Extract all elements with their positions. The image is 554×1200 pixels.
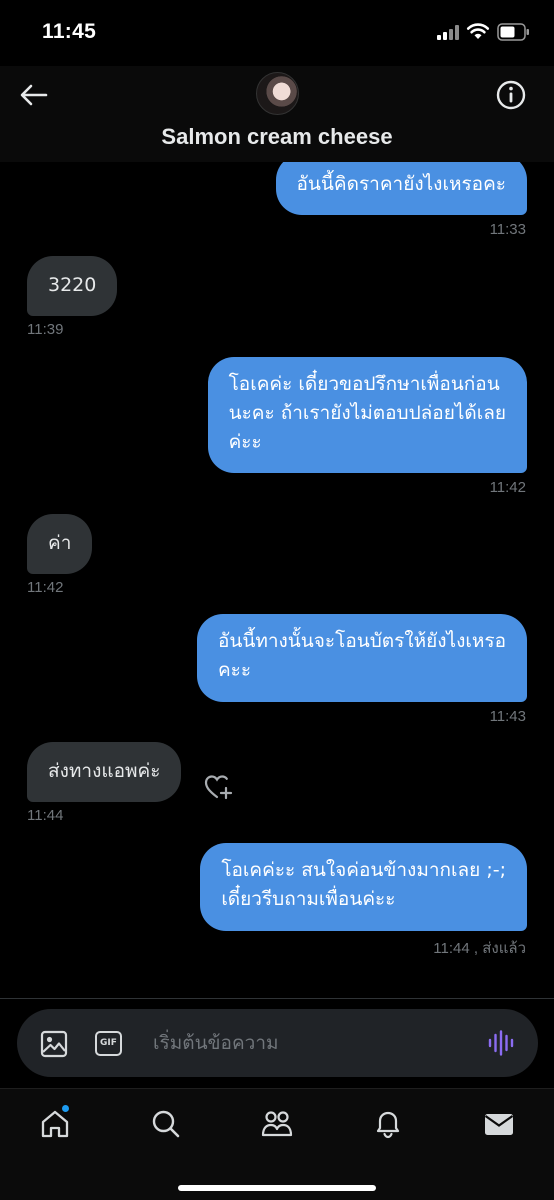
message-text: คะะ bbox=[217, 659, 252, 681]
notification-dot bbox=[62, 1105, 69, 1112]
gif-button[interactable]: GIF bbox=[95, 1031, 122, 1056]
image-icon[interactable] bbox=[40, 1030, 68, 1058]
message-text: อันนี้คิดราคายังไงเหรอคะ bbox=[296, 173, 506, 195]
home-icon bbox=[41, 1110, 69, 1138]
home-indicator bbox=[178, 1185, 376, 1191]
bottom-navigation bbox=[0, 1088, 554, 1200]
message-list: อันนี้คิดราคายังไงเหรอคะ 11:33 3220 11:3… bbox=[0, 162, 554, 998]
wifi-icon bbox=[466, 23, 490, 39]
search-icon bbox=[152, 1110, 180, 1138]
message-status: 11:44 , ส่งแล้ว bbox=[433, 936, 526, 960]
add-reaction-icon[interactable] bbox=[203, 772, 233, 800]
nav-notifications[interactable] bbox=[371, 1107, 405, 1141]
conversation-header: Salmon cream cheese bbox=[0, 66, 554, 162]
avatar[interactable] bbox=[256, 72, 299, 115]
message-timestamp: 11:44 bbox=[27, 807, 64, 824]
message-text: 3220 bbox=[48, 274, 97, 296]
message-bubble-incoming[interactable]: ส่งทางแอพค่ะ bbox=[27, 742, 182, 802]
message-text: นะคะ ถ้าเรายังไม่ตอบปล่อยได้เลย bbox=[228, 402, 506, 424]
composer-divider bbox=[0, 998, 554, 999]
message-timestamp: 11:39 bbox=[27, 321, 64, 338]
battery-icon bbox=[497, 23, 529, 41]
message-timestamp: 11:42 bbox=[27, 579, 64, 596]
message-text: อันนี้ทางนั้นจะโอนบัตรให้ยังไงเหรอ bbox=[217, 630, 506, 652]
message-timestamp: 11:42 bbox=[489, 479, 526, 496]
message-text: เดี๋ยวรีบถามเพื่อนค่ะะ bbox=[221, 888, 396, 910]
message-bubble-incoming[interactable]: ค่า bbox=[27, 514, 93, 574]
message-bubble-outgoing[interactable]: โอเคค่ะะ สนใจค่อนข้างมากเลย ;-; เดี๋ยวรี… bbox=[200, 843, 527, 931]
message-input[interactable] bbox=[153, 1025, 473, 1061]
status-bar: 11:45 bbox=[0, 0, 554, 66]
nav-home[interactable] bbox=[38, 1105, 72, 1141]
communities-icon bbox=[261, 1111, 293, 1137]
info-icon[interactable] bbox=[495, 79, 527, 111]
back-arrow-icon[interactable] bbox=[16, 80, 50, 110]
message-text: ค่ะะ bbox=[228, 431, 262, 453]
message-text: ค่า bbox=[48, 532, 72, 554]
message-text: โอเคค่ะะ สนใจค่อนข้างมากเลย ;-; bbox=[221, 859, 506, 881]
message-bubble-incoming[interactable]: 3220 bbox=[27, 256, 118, 316]
message-bubble-outgoing[interactable]: อันนี้ทางนั้นจะโอนบัตรให้ยังไงเหรอ คะะ bbox=[196, 614, 527, 702]
message-bubble-outgoing[interactable]: อันนี้คิดราคายังไงเหรอคะ bbox=[275, 162, 527, 215]
status-time: 11:45 bbox=[42, 20, 97, 43]
message-timestamp: 11:33 bbox=[489, 221, 526, 238]
nav-messages[interactable] bbox=[482, 1107, 516, 1141]
messages-icon bbox=[484, 1114, 514, 1135]
message-timestamp: 11:43 bbox=[489, 708, 526, 725]
separator: , bbox=[473, 940, 483, 957]
conversation-title[interactable]: Salmon cream cheese bbox=[0, 124, 554, 150]
voice-wave-icon[interactable] bbox=[487, 1029, 515, 1057]
message-timestamp: 11:44 bbox=[433, 940, 470, 957]
message-text: โอเคค่ะ เดี๋ยวขอปรึกษาเพื่อนก่อน bbox=[228, 373, 500, 395]
nav-search[interactable] bbox=[149, 1107, 183, 1141]
message-composer: GIF bbox=[17, 1009, 538, 1077]
notifications-icon bbox=[376, 1111, 400, 1139]
cellular-signal-icon bbox=[437, 24, 459, 40]
message-bubble-outgoing[interactable]: โอเคค่ะ เดี๋ยวขอปรึกษาเพื่อนก่อน นะคะ ถ้… bbox=[207, 357, 527, 473]
delivery-status: ส่งแล้ว bbox=[482, 940, 526, 957]
message-text: ส่งทางแอพค่ะ bbox=[48, 760, 161, 782]
nav-communities[interactable] bbox=[260, 1107, 294, 1141]
